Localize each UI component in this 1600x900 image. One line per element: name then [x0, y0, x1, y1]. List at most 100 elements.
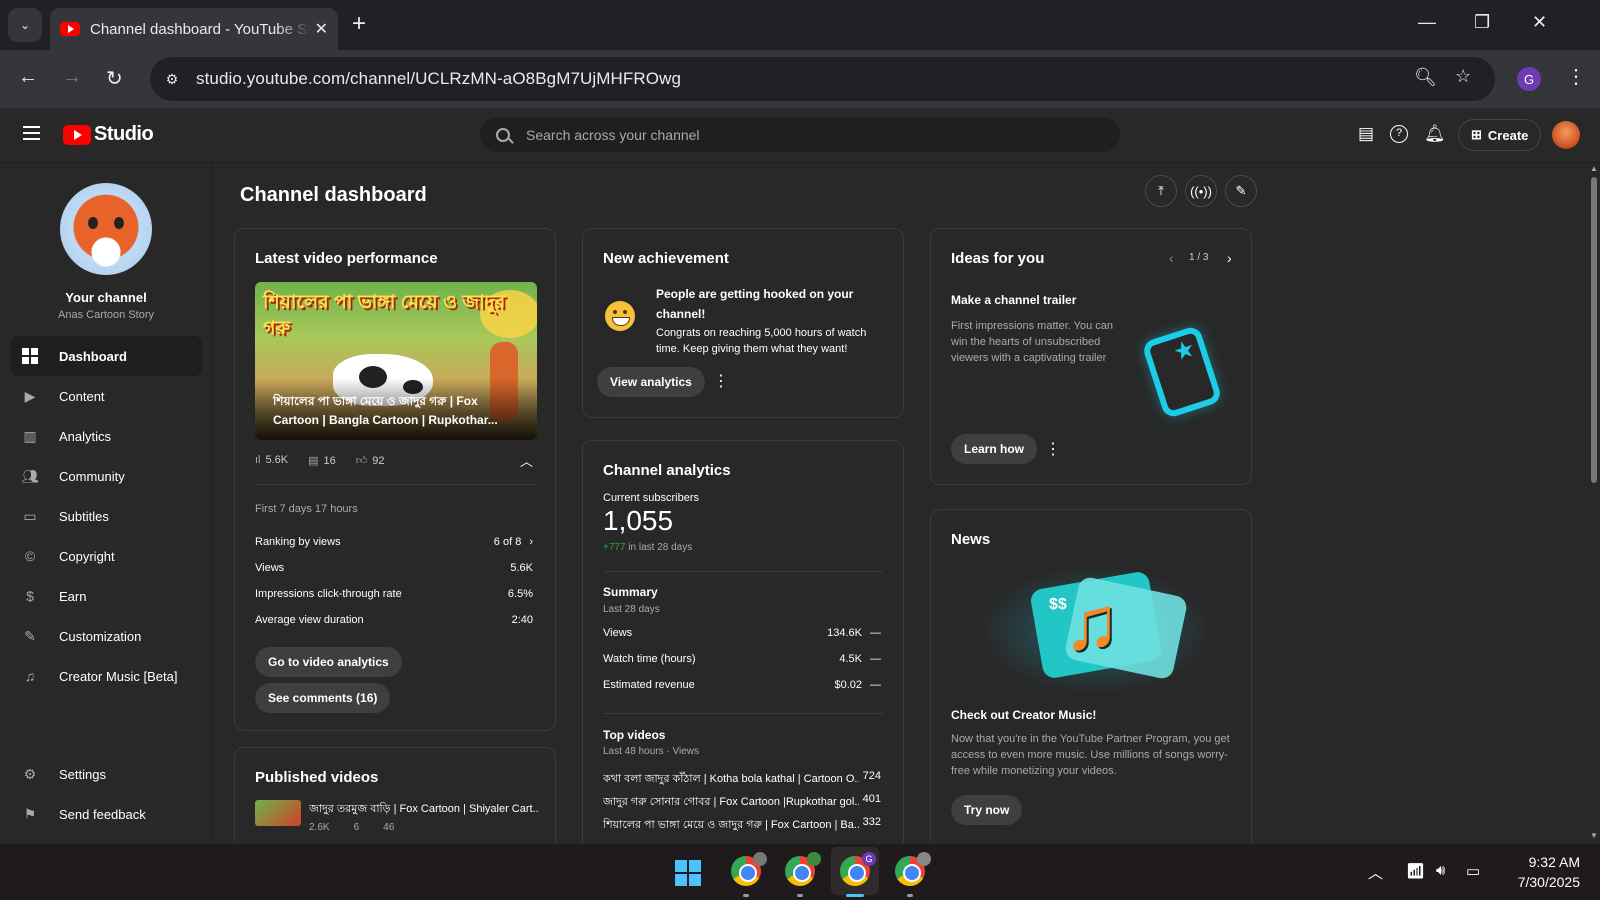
sidebar-item-content[interactable]: ▶ Content — [10, 376, 202, 416]
create-button[interactable]: ⊞ Create — [1458, 119, 1542, 151]
sidebar-item-subtitles[interactable]: ▭ Subtitles — [10, 496, 202, 536]
windows-start-icon[interactable] — [675, 860, 701, 886]
video-title: শিয়ালের পা ভাঙ্গা মেয়ে ও জাদুর গরু | F… — [273, 394, 498, 427]
comments-stat: ▤ 16 — [308, 454, 336, 467]
achievement-body: Congrats on reaching 5,000 hours of watc… — [656, 327, 867, 355]
more-options-icon[interactable]: ⋮ — [1045, 439, 1061, 459]
address-bar[interactable]: ⚙ studio.youtube.com/channel/UCLRzMN-aO8… — [150, 57, 1495, 101]
reload-button[interactable]: ↻ — [106, 66, 123, 91]
summary-label: Views — [603, 627, 633, 639]
account-avatar[interactable] — [1552, 121, 1580, 149]
chevron-right-icon[interactable]: › — [1227, 250, 1232, 266]
card-title: Channel analytics — [603, 462, 731, 479]
page-scrollbar[interactable]: ▲ ▼ — [1588, 163, 1600, 843]
top-video-row[interactable]: জাদুর গরু সোনার গোবর | Fox Cartoon |Rupk… — [603, 793, 881, 812]
tab-title: Channel dashboard - YouTube Studio — [90, 20, 310, 38]
browser-menu-icon[interactable]: ⋮ — [1566, 64, 1586, 89]
browser-profile-avatar[interactable]: G — [1517, 67, 1541, 91]
see-comments-button[interactable]: See comments (16) — [255, 683, 391, 713]
dashboard-icon — [21, 347, 39, 365]
battery-icon[interactable]: ▭ — [1466, 862, 1480, 880]
forward-button[interactable]: → — [62, 66, 82, 89]
help-icon[interactable]: ? — [1390, 125, 1408, 143]
close-window-button[interactable]: ✕ — [1532, 12, 1547, 33]
sidebar-item-earn[interactable]: $ Earn — [10, 576, 202, 616]
views-count: 5.6K — [265, 454, 289, 466]
page-title: Channel dashboard — [240, 184, 427, 206]
search-input[interactable] — [526, 127, 1086, 143]
idea-body: First impressions matter. You can win th… — [951, 320, 1114, 364]
video-thumbnail[interactable]: শিয়ালের পা ভাঙ্গা মেয়ে ও জাদুর গরু শিয… — [255, 282, 537, 440]
search-bar[interactable] — [480, 118, 1120, 152]
menu-icon[interactable] — [23, 126, 40, 140]
scroll-down-icon[interactable]: ▼ — [1590, 831, 1598, 840]
divider — [603, 571, 883, 572]
bookmark-star-icon[interactable]: ☆ — [1455, 66, 1471, 87]
profile-badge-icon — [807, 852, 821, 866]
sidebar-item-analytics[interactable]: ▥ Analytics — [10, 416, 202, 456]
minimize-window-button[interactable]: — — [1418, 12, 1436, 33]
url-text[interactable]: studio.youtube.com/channel/UCLRzMN-aO8Bg… — [196, 69, 681, 89]
views-row: Views 5.6K — [255, 562, 533, 574]
sidebar-item-settings[interactable]: ⚙ Settings — [10, 754, 202, 794]
view-analytics-button[interactable]: View analytics — [597, 367, 705, 397]
sidebar-item-send-feedback[interactable]: ⚑ Send feedback — [10, 794, 202, 834]
studio-header: Studio ▤ ? 🔔︎ ⊞ Create — [0, 108, 1600, 163]
top-video-row[interactable]: কথা বলা জাদুর কাঁঠাল | Kotha bola kathal… — [603, 770, 881, 789]
notifications-bell-icon[interactable]: 🔔︎ — [1424, 124, 1446, 144]
scroll-up-icon[interactable]: ▲ — [1590, 164, 1598, 173]
zoom-icon[interactable]: 🔍︎ — [1414, 67, 1437, 88]
site-info-icon[interactable]: ⚙ — [154, 61, 190, 97]
channel-name: Anas Cartoon Story — [58, 309, 154, 321]
music-note-icon: ♫ — [1063, 581, 1120, 666]
sidebar-item-customization[interactable]: ✎ Customization — [10, 616, 202, 656]
close-tab-icon[interactable]: ✕ — [315, 19, 328, 39]
channel-avatar[interactable] — [60, 183, 152, 275]
summary-label: Watch time (hours) — [603, 653, 696, 665]
sidebar-item-label: Earn — [59, 588, 87, 604]
sidebar-item-dashboard[interactable]: Dashboard — [10, 336, 202, 376]
sidebar-item-label: Subtitles — [59, 508, 109, 524]
published-videos-card: Published videos জাদুর তরমুজ বাড়ি | Fox… — [234, 747, 556, 843]
chevron-left-icon[interactable]: ‹ — [1169, 250, 1174, 266]
try-now-button[interactable]: Try now — [951, 795, 1023, 825]
published-video-item[interactable]: জাদুর তরমুজ বাড়ি | Fox Cartoon | Shiyal… — [255, 800, 539, 833]
back-button[interactable]: ← — [18, 66, 38, 89]
achievement-headline: People are getting hooked on your channe… — [656, 287, 854, 321]
running-indicator — [797, 894, 803, 897]
main-content: Channel dashboard ⤒ ((•)) ✎ Latest video… — [212, 163, 1588, 843]
running-indicator — [907, 894, 913, 897]
views-value: 5.6K — [510, 562, 533, 574]
sidebar-item-creator-music[interactable]: ♫ Creator Music [Beta] — [10, 656, 202, 696]
summary-heading: Summary — [603, 585, 658, 599]
chevron-up-icon[interactable]: ︿ — [1368, 862, 1383, 883]
volume-icon[interactable]: 🔊︎ — [1436, 862, 1445, 879]
chevron-up-icon[interactable]: ︿ — [520, 451, 533, 470]
more-options-icon[interactable]: ⋮ — [713, 371, 729, 391]
dash-icon: — — [870, 679, 881, 691]
top-video-row[interactable]: শিয়ালের পা ভাঙ্গা মেয়ে ও জাদুর গরু | F… — [603, 816, 881, 835]
upload-button[interactable]: ⤒ — [1145, 175, 1177, 207]
ranking-row[interactable]: Ranking by views 6 of 8 › — [255, 536, 533, 548]
messages-icon[interactable]: ▤ — [1358, 124, 1374, 144]
restore-window-button[interactable]: ❐ — [1474, 12, 1490, 33]
summary-label: Estimated revenue — [603, 679, 695, 691]
go-to-video-analytics-button[interactable]: Go to video analytics — [255, 647, 402, 677]
new-tab-button[interactable]: + — [352, 10, 366, 38]
comments-count: 16 — [323, 455, 336, 467]
wifi-icon[interactable]: 📶︎ — [1406, 862, 1425, 880]
create-post-button[interactable]: ✎ — [1225, 175, 1257, 207]
sidebar-item-copyright[interactable]: © Copyright — [10, 536, 202, 576]
go-live-button[interactable]: ((•)) — [1185, 175, 1217, 207]
top-videos-heading: Top videos — [603, 728, 666, 742]
sidebar-item-community[interactable]: 👥︎ Community — [10, 456, 202, 496]
browser-tab-active[interactable]: Channel dashboard - YouTube Studio ✕ — [50, 8, 338, 50]
sidebar-item-label: Community — [59, 468, 125, 484]
learn-how-button[interactable]: Learn how — [951, 434, 1038, 464]
studio-logo[interactable]: Studio — [63, 123, 154, 146]
top-videos-period: Last 48 hours · Views — [603, 746, 699, 757]
scroll-thumb[interactable] — [1591, 177, 1597, 483]
clock[interactable]: 9:32 AM 7/30/2025 — [1500, 852, 1580, 892]
card-title: Ideas for you — [951, 250, 1045, 267]
tab-search-button[interactable]: ⌄ — [8, 8, 42, 42]
